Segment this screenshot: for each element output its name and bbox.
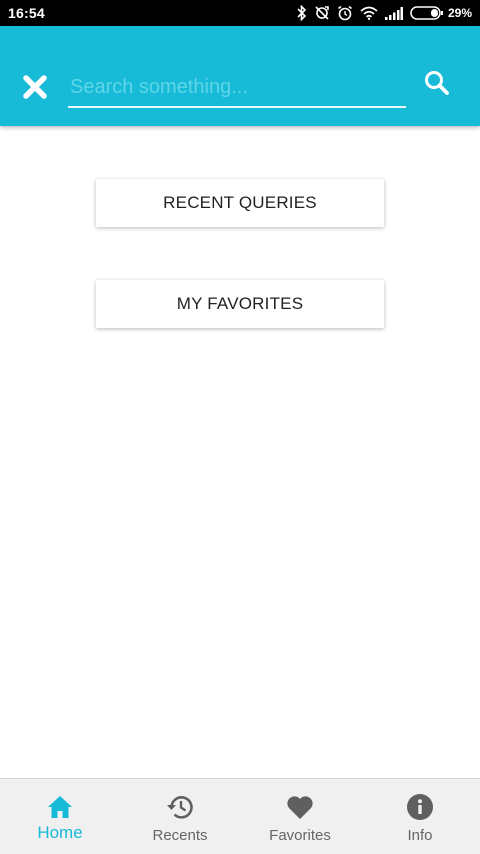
heart-icon [285, 793, 315, 821]
nav-label-home: Home [37, 823, 83, 842]
my-favorites-button[interactable]: MY FAVORITES [96, 280, 384, 328]
search-toolbar [0, 26, 480, 126]
battery-indicator: 29% [410, 6, 472, 20]
home-icon [46, 793, 74, 821]
bluetooth-icon [297, 5, 307, 21]
nav-label-info: Info [407, 827, 433, 844]
alarm-icon [337, 5, 353, 21]
history-icon [165, 793, 195, 821]
status-icons: 29% [297, 5, 472, 21]
search-button[interactable] [422, 68, 452, 98]
search-field [68, 70, 406, 108]
info-icon [405, 793, 435, 821]
nav-item-recents[interactable]: Recents [120, 779, 240, 854]
close-icon [20, 75, 50, 106]
search-icon [422, 71, 452, 102]
battery-icon [410, 6, 444, 20]
search-input[interactable] [68, 70, 406, 104]
nav-item-favorites[interactable]: Favorites [240, 779, 360, 854]
nav-label-recents: Recents [152, 827, 208, 844]
status-bar: 16:54 29% [0, 0, 480, 26]
signal-icon [384, 6, 403, 20]
recent-queries-button[interactable]: RECENT QUERIES [96, 179, 384, 227]
wifi-icon [360, 6, 378, 20]
bottom-navigation: Home Recents Favorites Info [0, 778, 480, 854]
nav-item-home[interactable]: Home [0, 779, 120, 854]
no-sync-icon [314, 5, 330, 21]
battery-percent: 29% [447, 6, 472, 20]
nav-label-favorites: Favorites [269, 827, 331, 844]
nav-item-info[interactable]: Info [360, 779, 480, 854]
close-button[interactable] [20, 72, 50, 102]
status-time: 16:54 [8, 5, 45, 21]
